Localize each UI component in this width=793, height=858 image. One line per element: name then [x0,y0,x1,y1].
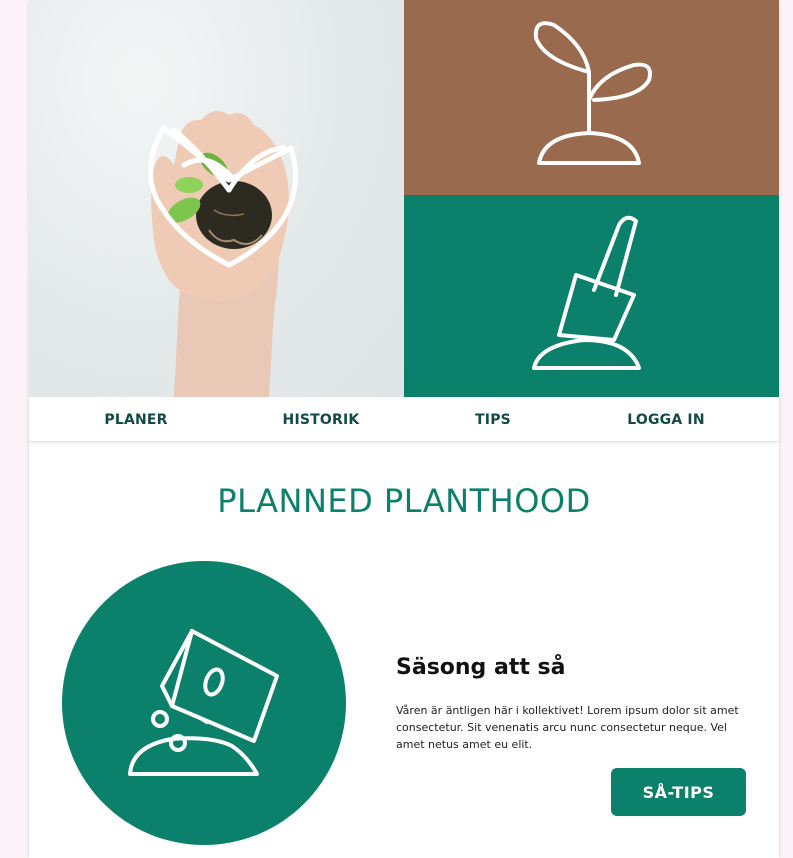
page-title: PLANNED PLANTHOOD [217,482,591,520]
card-text: Våren är äntligen här i kollektivet! Lor… [396,704,739,751]
hero-grid [29,0,779,397]
nav-item-historik[interactable]: HISTORIK [231,397,411,441]
card-heading: Säsong att så [396,655,566,680]
hero-tile-sprout [404,0,779,195]
hero-tile-shovel [404,195,779,397]
hand-plant-illustration [147,111,298,397]
sprout-icon [533,21,652,165]
seed-icon-circle [62,561,346,845]
main-nav: PLANER HISTORIK TIPS LOGGA IN [29,397,779,442]
seed-bag-icon [128,629,279,776]
nav-item-planer[interactable]: PLANER [46,397,226,441]
page-container: PLANER HISTORIK TIPS LOGGA IN PLANNED PL… [29,0,779,858]
hero-photo [29,0,404,397]
nav-item-logga-in[interactable]: LOGGA IN [576,397,756,441]
shovel-icon [532,215,641,370]
nav-item-tips[interactable]: TIPS [403,397,583,441]
sa-tips-button[interactable]: SÅ-TIPS [611,768,746,816]
